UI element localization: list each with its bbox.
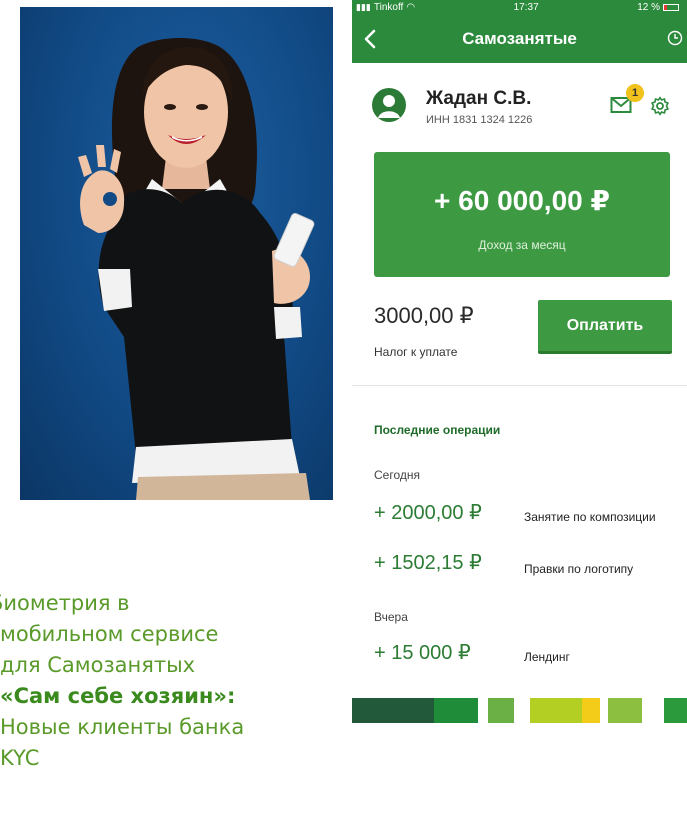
income-label: Доход за месяц [478,238,566,252]
woman-with-phone-illustration [78,38,315,500]
section-divider [352,385,687,386]
unread-badge: 1 [626,84,644,102]
operation-amount[interactable]: + 2000,00 ₽ [374,500,482,525]
caption-line-1: Биометрия в [0,591,130,615]
stripe-segment [434,698,478,723]
status-time: 17:37 [513,1,539,13]
wifi-icon: ◠ [406,1,416,13]
tax-amount: 3000,00 ₽ [374,303,474,328]
caption-line-5: Новые клиенты банка [0,715,245,739]
recent-operations-title: Последние операции [374,423,501,437]
slide-caption: Биометрия в мобильном сервисе для Самоза… [0,588,345,774]
operation-description: Правки по логотипу [524,562,634,576]
caption-highlight: «Сам себе хозяин»: [0,684,236,708]
nav-bar: Самозанятые [352,14,687,63]
battery-percent: 12 % [637,1,660,13]
stripe-segment [352,698,434,723]
caption-line-2: мобильном сервисе [0,622,219,646]
stripe-segment [664,698,687,723]
screen-title: Самозанятые [462,28,577,48]
battery-icon [662,3,679,11]
stripe-segment [582,698,600,723]
profile-header: Жадан С.В. ИНН 1831 1324 1226 1 [372,80,671,136]
day-label-today: Сегодня [374,468,420,482]
status-bar: ▮▮▮ Tinkoff ◠ 17:37 12 % [352,0,687,14]
tax-label: Налог к уплате [374,345,458,359]
income-amount: + 60 000,00 ₽ [434,185,610,216]
avatar[interactable] [372,88,406,122]
stripe-segment [608,698,642,723]
operation-amount[interactable]: + 15 000 ₽ [374,640,471,665]
caption-line-3: для Самозанятых [0,653,196,677]
monthly-income-card[interactable]: + 60 000,00 ₽ Доход за месяц [374,152,670,277]
hero-photo [20,7,333,500]
stripe-segment [488,698,514,723]
day-label-yesterday: Вчера [374,610,408,624]
user-name: Жадан С.В. [426,88,532,109]
gear-icon[interactable] [650,96,670,116]
chevron-left-icon[interactable] [360,28,380,50]
operation-description: Лендинг [524,650,570,664]
brand-color-stripe [352,698,687,723]
caption-line-6: KYC [0,746,40,770]
signal-icon: ▮▮▮ [356,1,371,12]
operation-amount[interactable]: + 1502,15 ₽ [374,550,482,575]
user-inn: ИНН 1831 1324 1226 [426,114,533,126]
operation-description: Занятие по композиции [524,510,656,524]
carrier-name: Tinkoff [373,1,404,13]
clock-icon[interactable] [667,30,683,46]
stripe-segment [530,698,582,723]
phone-screen: ▮▮▮ Tinkoff ◠ 17:37 12 % Самозанятые Жад… [352,0,687,694]
pay-tax-button[interactable]: Оплатить [538,300,672,354]
user-icon [378,95,400,118]
